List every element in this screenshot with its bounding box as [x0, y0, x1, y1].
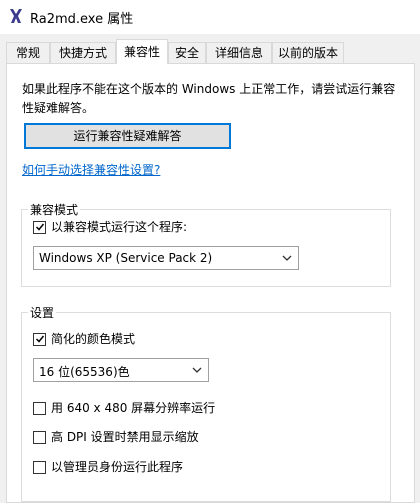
- compat-os-select[interactable]: Windows XP (Service Pack 2): [33, 246, 299, 270]
- run-admin-checkbox[interactable]: [33, 461, 46, 474]
- tab-security[interactable]: 安全: [168, 42, 206, 63]
- run-troubleshooter-button[interactable]: 运行兼容性疑难解答: [24, 123, 231, 149]
- chevron-down-icon: [282, 255, 292, 261]
- checkmark-icon: [35, 223, 45, 231]
- tab-previous-versions[interactable]: 以前的版本: [272, 42, 344, 63]
- intro-text: 如果此程序不能在这个版本的 Windows 上正常工作，请尝试运行兼容性疑难解答…: [22, 82, 396, 115]
- tab-shortcut[interactable]: 快捷方式: [50, 42, 116, 63]
- chevron-down-icon: [192, 367, 202, 373]
- window-title: Ra2md.exe 属性: [30, 12, 134, 27]
- title-bar: Ra2md.exe 属性: [0, 0, 420, 34]
- compat-os-value: Windows XP (Service Pack 2): [39, 251, 213, 265]
- reduced-color-checkbox[interactable]: [33, 333, 46, 346]
- run-640-checkbox[interactable]: [33, 402, 46, 415]
- app-icon: [10, 9, 22, 23]
- checkmark-icon: [35, 335, 45, 343]
- compat-mode-checkbox-label: 以兼容模式运行这个程序:: [51, 220, 188, 234]
- high-dpi-checkbox[interactable]: [33, 431, 46, 444]
- manual-compat-settings-link[interactable]: 如何手动选择兼容性设置?: [22, 161, 160, 178]
- color-depth-select[interactable]: 16 位(65536)色: [33, 358, 209, 382]
- tab-details[interactable]: 详细信息: [206, 42, 272, 63]
- compat-mode-checkbox[interactable]: [33, 221, 46, 234]
- tab-strip: 常规 快捷方式 兼容性 安全 详细信息 以前的版本: [0, 34, 420, 64]
- compat-mode-group-label: 兼容模式: [28, 201, 81, 218]
- color-depth-value: 16 位(65536)色: [39, 365, 130, 379]
- tab-general[interactable]: 常规: [6, 42, 50, 63]
- run-640-label: 用 640 x 480 屏幕分辨率运行: [51, 401, 216, 415]
- reduced-color-label: 简化的颜色模式: [51, 332, 136, 346]
- tab-compatibility[interactable]: 兼容性: [116, 39, 168, 64]
- run-admin-label: 以管理员身份运行此程序: [51, 460, 184, 474]
- settings-group-label: 设置: [28, 304, 57, 321]
- high-dpi-label: 高 DPI 设置时禁用显示缩放: [51, 430, 199, 444]
